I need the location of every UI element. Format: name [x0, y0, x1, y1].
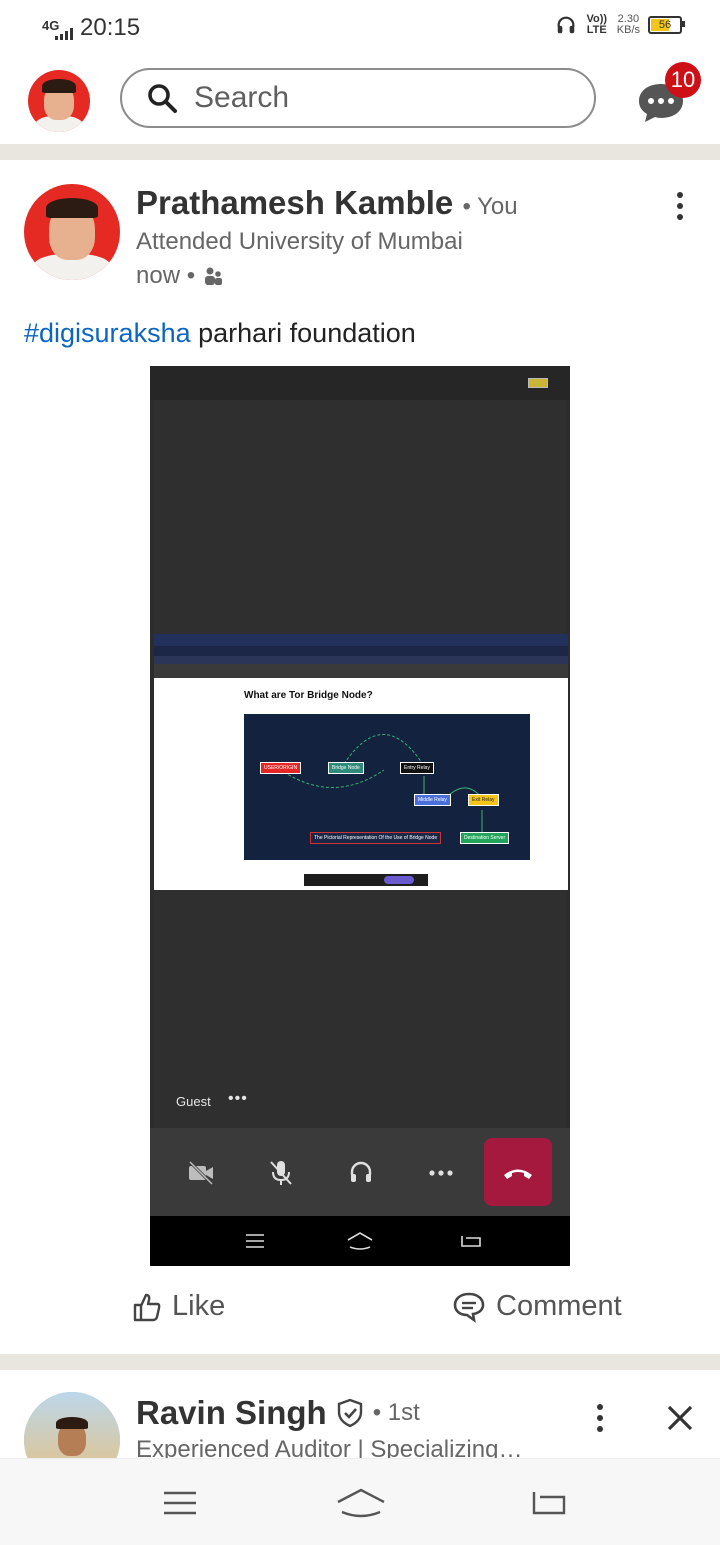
back-icon[interactable]: [528, 1487, 568, 1519]
search-bar[interactable]: [120, 68, 596, 128]
home-icon[interactable]: [334, 1487, 388, 1519]
slide-title: What are Tor Bridge Node?: [244, 690, 373, 701]
signal-icon: [55, 28, 73, 40]
comment-icon: [453, 1292, 485, 1323]
call-controls: [150, 1128, 570, 1216]
connections-visibility-icon: [205, 267, 223, 285]
node-exit-relay: Exit Relay: [468, 794, 499, 806]
node-user-origin: USER/ORIGIN: [260, 762, 302, 774]
search-input[interactable]: [192, 80, 576, 116]
app-header: 10: [0, 58, 720, 144]
post-time: now •: [136, 262, 196, 289]
like-button[interactable]: Like: [132, 1290, 225, 1323]
author-relation: • You: [462, 193, 518, 220]
verified-shield-icon: [337, 1398, 362, 1428]
audio-output-icon: [350, 1161, 372, 1182]
mic-off-icon: [270, 1161, 292, 1185]
battery-icon: 56: [648, 16, 685, 34]
speed-unit: KB/s: [616, 24, 640, 36]
phone-hangup-icon: [504, 1169, 532, 1179]
next-author-name[interactable]: Ravin Singh: [136, 1394, 327, 1432]
comment-button[interactable]: Comment: [452, 1290, 622, 1323]
post-body: #digisuraksha parhari foundation: [24, 318, 416, 349]
hang-up-button: [484, 1138, 552, 1206]
embedded-home-icon: [347, 1232, 373, 1250]
post-text: parhari foundation: [190, 318, 416, 348]
next-post-author[interactable]: Ravin Singh • 1st: [136, 1394, 420, 1432]
data-speed: 2.30 KB/s: [617, 14, 640, 36]
post-author-avatar[interactable]: [24, 184, 120, 280]
feed-divider-2: [0, 1354, 720, 1370]
status-bar: 4G 20:15 Vo)) LTE 2.30 KB/s 56: [0, 0, 720, 58]
clock: 20:15: [80, 14, 141, 41]
profile-avatar[interactable]: [28, 70, 90, 132]
node-bridge: Bridge Node: [328, 762, 364, 774]
node-entry-relay: Entry Relay: [400, 762, 434, 774]
like-icon: [133, 1293, 161, 1321]
like-label: Like: [172, 1290, 226, 1322]
hashtag-link[interactable]: #digisuraksha: [24, 318, 191, 348]
system-nav-bar: [0, 1458, 720, 1545]
post-image[interactable]: What are Tor Bridge Node? USER/ORIGIN Br…: [150, 366, 570, 1266]
embedded-menu-icon: [246, 1234, 264, 1248]
post-author-headline: Attended University of Mumbai: [136, 228, 463, 255]
node-middle-relay: Middle Relay: [414, 794, 451, 806]
search-icon: [148, 84, 177, 113]
connection-degree: • 1st: [372, 1399, 420, 1426]
camera-off-icon: [188, 1160, 214, 1186]
battery-level: 56: [658, 19, 672, 31]
close-icon[interactable]: [664, 1402, 696, 1434]
participant-name: Guest: [176, 1094, 211, 1109]
next-post-options-icon[interactable]: [592, 1404, 608, 1438]
node-destination: Destination Server: [460, 832, 510, 844]
embedded-status-bar: [150, 366, 570, 400]
feed-divider: [0, 144, 720, 160]
more-options-icon: [429, 1170, 453, 1176]
participant-more: •••: [228, 1090, 248, 1107]
embedded-back-icon: [461, 1236, 481, 1247]
volte-indicator: Vo)) LTE: [586, 13, 608, 36]
screen-share-notice: [304, 874, 428, 886]
embedded-nav-bar: [150, 1216, 570, 1266]
post-author-name[interactable]: Prathamesh Kamble • You: [136, 184, 518, 222]
headphones-icon: [557, 16, 575, 34]
notification-badge: 10: [665, 62, 701, 98]
post-meta: now •: [136, 262, 223, 290]
tor-diagram: USER/ORIGIN Bridge Node Entry Relay Midd…: [244, 714, 530, 860]
comment-label: Comment: [496, 1290, 622, 1322]
diagram-caption: The Pictorial Representation Of the Use …: [310, 832, 442, 844]
shared-screen: What are Tor Bridge Node? USER/ORIGIN Br…: [154, 634, 568, 890]
author-name[interactable]: Prathamesh Kamble: [136, 184, 453, 221]
post-options-icon[interactable]: [672, 192, 688, 226]
embedded-battery-icon: [528, 378, 548, 388]
recent-apps-icon[interactable]: [160, 1487, 200, 1519]
